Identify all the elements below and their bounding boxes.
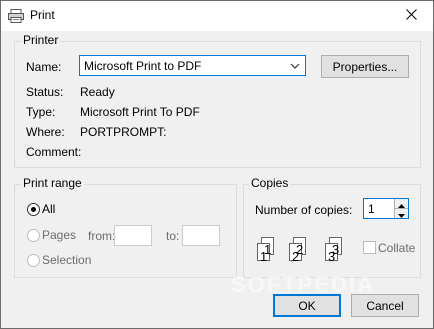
where-value: PORTPROMPT: [80,125,167,139]
number-of-copies-label: Number of copies: [255,203,353,217]
close-button[interactable] [389,1,433,31]
collate-label: Collate [378,241,416,255]
printer-group-legend: Printer [21,33,61,47]
name-label: Name: [26,60,62,74]
properties-button[interactable]: Properties... [321,55,409,78]
copies-legend: Copies [249,176,291,190]
svg-text:2: 2 [292,249,299,264]
number-of-copies-value: 1 [368,202,375,216]
printer-name-select[interactable]: Microsoft Print to PDF [79,55,306,76]
window-title: Print [30,8,55,22]
spin-down-icon [398,207,405,221]
close-icon [405,9,417,23]
type-value: Microsoft Print To PDF [80,105,200,119]
status-label: Status: [26,85,64,99]
type-label: Type: [26,105,56,119]
printer-name-value: Microsoft Print to PDF [84,59,202,73]
radio-pages-label: Pages [42,228,77,242]
comment-label: Comment: [26,145,82,159]
printer-icon [8,9,24,23]
cancel-button[interactable]: Cancel [351,294,419,317]
radio-selection-label: Selection [42,253,92,267]
svg-text:3: 3 [328,249,335,264]
from-label: from: [88,229,116,243]
radio-selected-dot [31,207,36,212]
to-label: to: [166,229,180,243]
print-range-legend: Print range [21,176,84,190]
number-of-copies-spinner[interactable]: 1 [363,198,409,219]
radio-selection-button[interactable] [27,254,40,267]
collate-checkbox[interactable] [363,241,376,254]
properties-button-label: Properties... [332,59,398,74]
where-label: Where: [26,125,65,139]
to-page-input[interactable] [182,225,220,246]
spin-down-button[interactable] [394,209,408,218]
radio-all-button[interactable] [27,203,40,216]
radio-pages-button[interactable] [27,229,40,242]
ok-button-label: OK [298,298,316,313]
svg-text:1: 1 [260,249,267,264]
from-page-input[interactable] [114,225,152,246]
dropdown-chevron-icon [289,59,301,73]
print-dialog: Print Printer Name: Microsoft Print to P… [0,0,434,329]
radio-all-label: All [42,202,56,216]
cancel-button-label: Cancel [366,298,404,313]
ok-button[interactable]: OK [273,294,341,317]
title-bar: Print [1,1,433,31]
collate-pages-icon: 1 1 2 2 3 3 [253,235,351,265]
status-value: Ready [80,85,115,99]
